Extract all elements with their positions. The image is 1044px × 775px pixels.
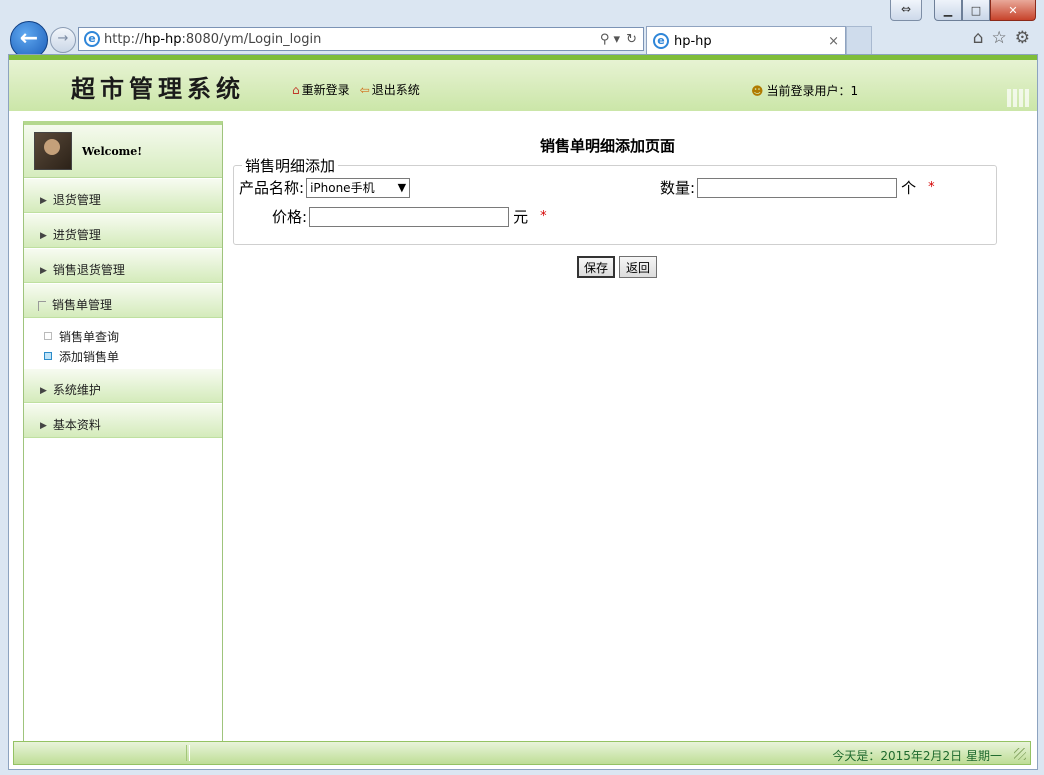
triangle-right-icon: ▶: [40, 231, 47, 241]
sidebar-item-sales-order[interactable]: 销售单管理: [24, 284, 222, 318]
quantity-unit: 个: [901, 179, 917, 197]
ie-icon: e: [653, 33, 669, 49]
logout-link[interactable]: ⇦ 退出系统: [360, 81, 420, 98]
forward-button[interactable]: →: [50, 27, 76, 53]
home-icon[interactable]: ⌂: [973, 28, 984, 48]
address-bar[interactable]: e http://hp-hp:8080/ym/Login_login ⚲ ▾ ↻: [78, 27, 644, 51]
relogin-link[interactable]: ⌂ 重新登录: [292, 81, 350, 98]
close-window-button[interactable]: ✕: [990, 0, 1036, 21]
search-dropdown-icon[interactable]: ⚲ ▾: [600, 32, 620, 47]
sidebar-item-system[interactable]: ▶ 系统维护: [24, 369, 222, 403]
sales-order-submenu: 销售单查询 添加销售单: [24, 318, 222, 368]
ie-icon: e: [84, 31, 100, 47]
avatar: [34, 132, 72, 170]
page-viewport: 超市管理系统 ⌂ 重新登录 ⇦ 退出系统 ☻ 当前登录用户：1 Welcome!…: [8, 54, 1038, 770]
product-select[interactable]: iPhone手机 ▼: [306, 177, 411, 198]
maximize-button[interactable]: □: [962, 0, 990, 21]
bullet-active-icon: [44, 352, 52, 360]
system-logo: 超市管理系统: [71, 74, 245, 103]
today-date: 今天是：2015年2月2日 星期一: [832, 749, 1002, 763]
footer-divider: [186, 745, 190, 761]
status-footer: 今天是：2015年2月2日 星期一: [13, 741, 1031, 765]
tab-title: hp-hp: [674, 33, 712, 49]
favorites-star-icon[interactable]: ☆: [992, 28, 1007, 48]
price-unit: 元: [513, 208, 529, 226]
arrow-left-icon: ←: [19, 26, 39, 51]
form-legend: 销售明细添加: [245, 157, 336, 175]
new-tab-button[interactable]: [846, 26, 872, 54]
product-row: 产品名称: iPhone手机 ▼: [239, 177, 411, 198]
page-title: 销售单明细添加页面: [540, 137, 676, 155]
back-button[interactable]: 返回: [619, 256, 657, 278]
sidebar-item-basic-data[interactable]: ▶ 基本资料: [24, 404, 222, 438]
save-button[interactable]: 保存: [577, 256, 615, 278]
welcome-panel: Welcome!: [24, 125, 222, 178]
triangle-right-icon: ▶: [40, 421, 47, 431]
sales-detail-form: 销售明细添加: [233, 155, 997, 245]
chevron-down-icon: ▼: [397, 181, 407, 194]
sidebar: Welcome! ▶ 退货管理 ▶ 进货管理 ▶ 销售退货管理 销售单管理 销售…: [23, 121, 223, 742]
welcome-text: Welcome!: [82, 144, 143, 158]
window-controls: ▁ □ ✕: [934, 0, 1036, 22]
triangle-right-icon: ▶: [40, 196, 47, 206]
house-icon: ⌂: [292, 82, 300, 97]
minimize-button[interactable]: ▁: [934, 0, 962, 21]
refresh-icon[interactable]: ↻: [626, 32, 637, 47]
price-label: 价格:: [272, 208, 308, 226]
sidebar-item-return-goods[interactable]: ▶ 退货管理: [24, 179, 222, 213]
price-input[interactable]: [309, 206, 510, 227]
top-nav: ⌂ 重新登录 ⇦ 退出系统: [292, 81, 420, 98]
settings-gear-icon[interactable]: ⚙: [1015, 28, 1030, 48]
quantity-input[interactable]: [697, 177, 898, 198]
required-mark: *: [540, 209, 547, 224]
quantity-label: 数量:: [660, 179, 696, 197]
submenu-item-add-sales[interactable]: 添加销售单: [24, 346, 222, 366]
user-icon: ☻: [751, 83, 764, 98]
browser-tools: ⌂ ☆ ⚙: [973, 28, 1030, 48]
product-label: 产品名称:: [239, 179, 305, 197]
resize-grip-icon[interactable]: [1014, 748, 1026, 760]
expanded-icon: [38, 301, 46, 311]
browser-tab[interactable]: e hp-hp ×: [646, 26, 846, 55]
sidebar-item-purchase[interactable]: ▶ 进货管理: [24, 214, 222, 248]
exit-icon: ⇦: [359, 82, 370, 97]
arrow-right-icon: →: [57, 31, 69, 46]
current-user-info: ☻ 当前登录用户：1: [751, 83, 859, 99]
decorative-dots: [1007, 89, 1031, 107]
submenu-item-query-sales[interactable]: 销售单查询: [24, 326, 222, 346]
close-tab-icon[interactable]: ×: [828, 34, 839, 49]
switch-window-button[interactable]: ⇔: [890, 0, 922, 21]
sidebar-item-sales-return[interactable]: ▶ 销售退货管理: [24, 249, 222, 283]
address-url[interactable]: http://hp-hp:8080/ym/Login_login: [104, 32, 600, 47]
bullet-icon: [44, 332, 52, 340]
top-banner: 超市管理系统 ⌂ 重新登录 ⇦ 退出系统 ☻ 当前登录用户：1: [9, 55, 1037, 111]
quantity-row: 数量: 个 *: [660, 177, 935, 198]
required-mark: *: [928, 180, 935, 195]
triangle-right-icon: ▶: [40, 386, 47, 396]
triangle-right-icon: ▶: [40, 266, 47, 276]
price-row: 价格: 元 *: [272, 206, 547, 227]
